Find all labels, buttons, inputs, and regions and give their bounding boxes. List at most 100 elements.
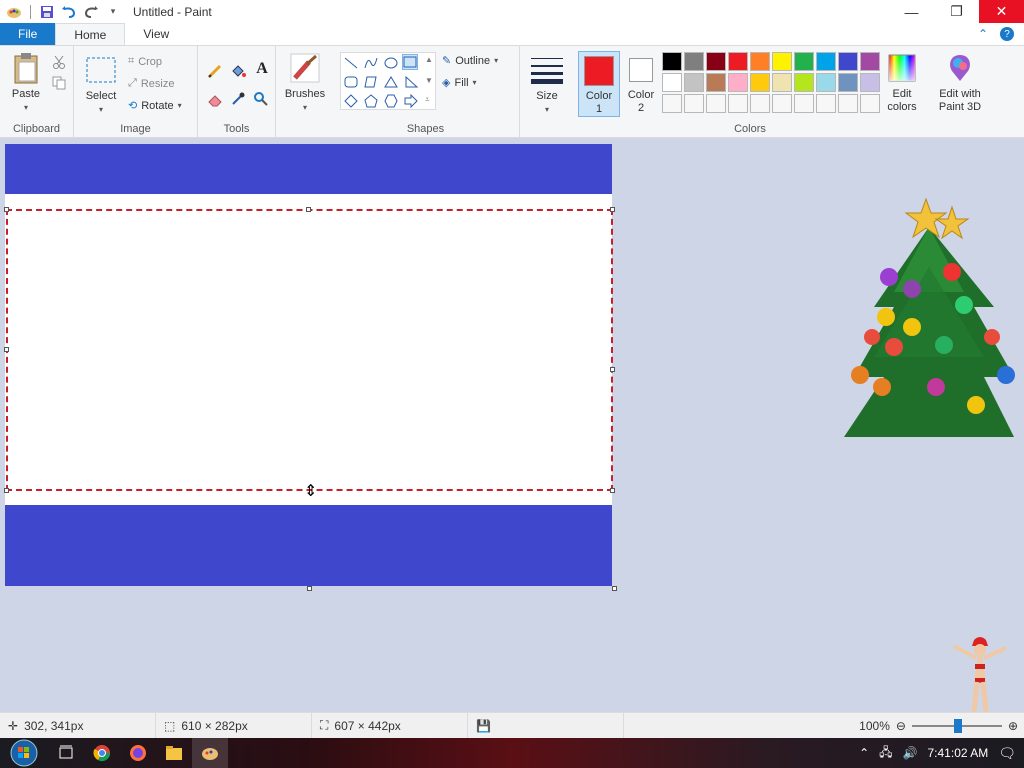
shapes-scroll-up-icon[interactable]: ▲ bbox=[425, 55, 433, 64]
selection-rectangle[interactable]: ⇕ bbox=[4, 207, 615, 500]
hexagon-shape-icon[interactable] bbox=[383, 93, 399, 109]
task-view-button[interactable] bbox=[48, 738, 84, 768]
tab-file[interactable]: File bbox=[0, 23, 56, 45]
undo-icon[interactable] bbox=[61, 4, 77, 20]
right-triangle-shape-icon[interactable] bbox=[403, 74, 419, 90]
palette-color-swatch[interactable] bbox=[772, 52, 792, 71]
palette-color-swatch[interactable] bbox=[706, 52, 726, 71]
selection-handle-sw[interactable] bbox=[4, 488, 9, 493]
brushes-button[interactable]: Brushes ▾ bbox=[282, 52, 328, 114]
outline-button[interactable]: ✎ Outline ▾ bbox=[442, 54, 498, 68]
selection-handle-se[interactable] bbox=[610, 488, 615, 493]
palette-color-swatch[interactable] bbox=[860, 94, 880, 113]
zoom-slider[interactable] bbox=[911, 718, 1002, 733]
palette-color-swatch[interactable] bbox=[860, 52, 880, 71]
resize-button[interactable]: ⤢ Resize bbox=[128, 77, 174, 90]
tab-view[interactable]: View bbox=[125, 23, 187, 45]
volume-icon[interactable]: 🔊 bbox=[903, 746, 918, 760]
clock[interactable]: 7:41:02 AM bbox=[928, 746, 989, 760]
curve-shape-icon[interactable] bbox=[363, 55, 379, 71]
cut-icon[interactable] bbox=[50, 53, 68, 71]
rectangle-shape-icon[interactable] bbox=[402, 54, 418, 70]
shapes-expand-icon[interactable]: ⩡ bbox=[425, 95, 430, 105]
collapse-ribbon-icon[interactable]: ⌃ bbox=[978, 27, 988, 41]
color2-button[interactable]: Color 2 bbox=[622, 51, 660, 117]
palette-color-swatch[interactable] bbox=[772, 94, 792, 113]
fill-bucket-icon[interactable] bbox=[229, 62, 247, 80]
palette-color-swatch[interactable] bbox=[838, 73, 858, 92]
crop-button[interactable]: ⌗ Crop bbox=[128, 55, 162, 68]
palette-color-swatch[interactable] bbox=[750, 73, 770, 92]
maximize-button[interactable]: ❐ bbox=[934, 0, 979, 23]
palette-color-swatch[interactable] bbox=[728, 94, 748, 113]
color-picker-icon[interactable] bbox=[229, 90, 247, 108]
palette-color-swatch[interactable] bbox=[794, 52, 814, 71]
selection-handle-e[interactable] bbox=[610, 367, 615, 372]
canvas-workspace[interactable]: ⇕ bbox=[0, 139, 1024, 712]
palette-color-swatch[interactable] bbox=[794, 73, 814, 92]
size-button[interactable]: Size ▾ bbox=[528, 54, 566, 116]
palette-color-swatch[interactable] bbox=[816, 94, 836, 113]
customize-toolbar-icon[interactable]: ▾ bbox=[105, 4, 121, 20]
start-button[interactable] bbox=[0, 738, 48, 768]
copy-icon[interactable] bbox=[50, 74, 68, 92]
redo-icon[interactable] bbox=[83, 4, 99, 20]
paint-taskbar-button[interactable] bbox=[192, 738, 228, 768]
palette-color-swatch[interactable] bbox=[728, 52, 748, 71]
palette-color-swatch[interactable] bbox=[750, 52, 770, 71]
arrow-shape-icon[interactable] bbox=[403, 93, 419, 109]
zoom-in-icon[interactable]: ⊕ bbox=[1008, 719, 1018, 733]
oval-shape-icon[interactable] bbox=[383, 55, 399, 71]
firefox-taskbar-button[interactable] bbox=[120, 738, 156, 768]
text-tool-icon[interactable]: A bbox=[253, 60, 271, 78]
edit-colors-button[interactable]: Edit colors bbox=[882, 52, 922, 114]
help-icon[interactable]: ? bbox=[1000, 27, 1014, 41]
palette-color-swatch[interactable] bbox=[684, 52, 704, 71]
eraser-icon[interactable] bbox=[206, 90, 224, 108]
polygon-shape-icon[interactable] bbox=[363, 74, 379, 90]
diamond-shape-icon[interactable] bbox=[343, 93, 359, 109]
palette-color-swatch[interactable] bbox=[838, 94, 858, 113]
palette-color-swatch[interactable] bbox=[662, 94, 682, 113]
show-hidden-icons-icon[interactable]: ⌃ bbox=[859, 746, 869, 760]
palette-color-swatch[interactable] bbox=[728, 73, 748, 92]
close-button[interactable]: ✕ bbox=[979, 0, 1024, 23]
rounded-rectangle-shape-icon[interactable] bbox=[343, 74, 359, 90]
edit-with-paint3d-button[interactable]: Edit with Paint 3D bbox=[932, 52, 988, 114]
line-shape-icon[interactable] bbox=[343, 55, 359, 71]
file-explorer-taskbar-button[interactable] bbox=[156, 738, 192, 768]
palette-color-swatch[interactable] bbox=[772, 73, 792, 92]
canvas-resize-handle-bottom[interactable] bbox=[307, 586, 312, 591]
palette-color-swatch[interactable] bbox=[794, 94, 814, 113]
selection-handle-nw[interactable] bbox=[4, 207, 9, 212]
palette-color-swatch[interactable] bbox=[750, 94, 770, 113]
fill-button[interactable]: ◈ Fill ▾ bbox=[442, 76, 477, 90]
zoom-out-icon[interactable]: ⊖ bbox=[896, 719, 906, 733]
palette-color-swatch[interactable] bbox=[662, 73, 682, 92]
select-button[interactable]: Select ▾ bbox=[82, 54, 120, 116]
action-center-icon[interactable]: 🗨 bbox=[998, 745, 1016, 762]
pentagon-shape-icon[interactable] bbox=[363, 93, 379, 109]
palette-color-swatch[interactable] bbox=[860, 73, 880, 92]
color1-button[interactable]: Color 1 bbox=[578, 51, 620, 117]
pencil-icon[interactable] bbox=[206, 62, 224, 80]
selection-handle-w[interactable] bbox=[4, 347, 9, 352]
paint-app-icon[interactable] bbox=[6, 4, 22, 20]
minimize-button[interactable]: — bbox=[889, 0, 934, 23]
selection-handle-ne[interactable] bbox=[610, 207, 615, 212]
palette-color-swatch[interactable] bbox=[816, 52, 836, 71]
palette-color-swatch[interactable] bbox=[684, 73, 704, 92]
palette-color-swatch[interactable] bbox=[684, 94, 704, 113]
drawing-canvas[interactable]: ⇕ bbox=[4, 144, 615, 586]
palette-color-swatch[interactable] bbox=[816, 73, 836, 92]
paste-button[interactable]: Paste ▾ bbox=[6, 52, 46, 114]
tab-home[interactable]: Home bbox=[55, 23, 126, 45]
canvas-resize-handle-corner[interactable] bbox=[612, 586, 617, 591]
rotate-button[interactable]: ⟲ Rotate ▾ bbox=[128, 99, 182, 113]
palette-color-swatch[interactable] bbox=[706, 73, 726, 92]
network-icon[interactable]: 🖧 bbox=[879, 743, 892, 764]
chrome-taskbar-button[interactable] bbox=[84, 738, 120, 768]
magnifier-icon[interactable] bbox=[252, 90, 270, 108]
palette-color-swatch[interactable] bbox=[838, 52, 858, 71]
save-icon[interactable] bbox=[39, 4, 55, 20]
